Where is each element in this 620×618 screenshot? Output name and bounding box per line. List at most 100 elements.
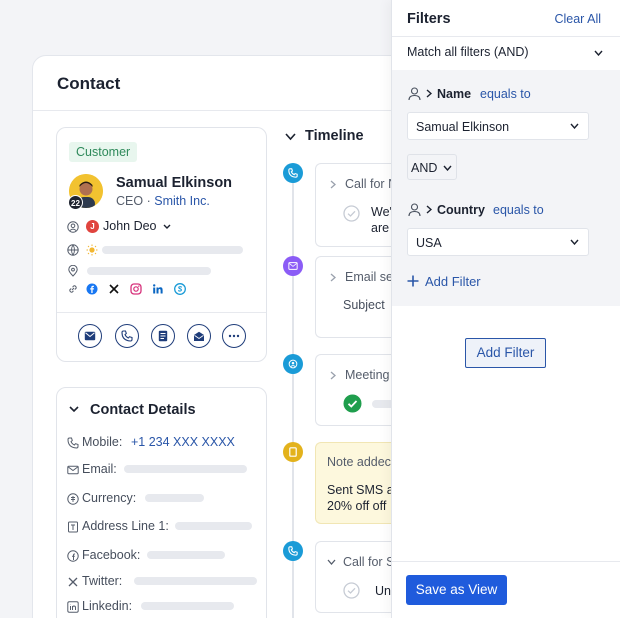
x-icon (68, 577, 78, 587)
call-button[interactable] (115, 324, 139, 348)
phone-icon (121, 330, 133, 342)
timeline-item-body: Un (375, 584, 391, 598)
filter-value: Samual Elkinson (416, 120, 510, 134)
sun-icon (86, 244, 98, 256)
divider (33, 110, 451, 111)
call-icon (283, 541, 303, 561)
page-title: Contact (57, 74, 121, 93)
filter-value-select[interactable]: Samual Elkinson (407, 112, 589, 140)
match-mode-select[interactable]: Match all filters (AND) (407, 45, 529, 59)
check-circle-icon[interactable] (343, 205, 360, 222)
filter-rules: Name equals to Samual Elkinson AND Count… (392, 70, 620, 306)
logic-select[interactable]: AND (407, 154, 457, 180)
email-button[interactable] (78, 324, 102, 348)
plus-icon[interactable] (407, 275, 419, 287)
chevron-down-icon (443, 165, 452, 171)
owner-dropdown[interactable]: John Deo (103, 219, 171, 233)
x-icon[interactable] (108, 283, 120, 295)
filter-operator[interactable]: equals to (493, 203, 544, 217)
mobile-value[interactable]: +1 234 XXX XXXX (131, 435, 235, 449)
mobile-label: Mobile: (82, 435, 123, 449)
check-circle-icon[interactable] (343, 582, 360, 599)
linkedin-icon (67, 601, 79, 613)
globe-icon (67, 244, 79, 256)
phone-icon (67, 437, 79, 449)
contact-role: CEO · Smith Inc. (116, 194, 210, 208)
divider (392, 561, 620, 562)
chevron-down-icon (570, 239, 579, 245)
user-icon (408, 87, 421, 101)
contact-details-panel: Contact Details Mobile: +1 234 XXX XXXX … (56, 387, 267, 618)
chevron-down-icon[interactable] (594, 50, 603, 56)
profile-card: Customer 22 Samual Elkinson CEO · Smith … (56, 127, 267, 362)
clear-all-link[interactable]: Clear All (554, 12, 601, 26)
notes-icon (158, 330, 168, 342)
timeline-item-header: Note addec (327, 455, 391, 469)
avatar-badge-count: 22 (68, 195, 83, 210)
chevron-right-icon (330, 371, 336, 380)
company-link[interactable]: Smith Inc. (154, 194, 210, 208)
chevron-down-icon (163, 224, 171, 229)
currency-label: Currency: (82, 491, 137, 505)
chevron-right-icon[interactable] (426, 89, 432, 98)
divider (392, 36, 620, 37)
user-circle-icon (67, 221, 79, 233)
timeline-title: Timeline (305, 128, 364, 144)
timeline-item-body: Subject (343, 298, 385, 312)
address-placeholder (175, 522, 252, 530)
filters-panel: Filters Clear All Match all filters (AND… (391, 0, 620, 618)
owner-name: John Deo (103, 219, 157, 233)
location-pin-icon (68, 265, 78, 277)
email-icon (283, 256, 303, 276)
twitter-label: Twitter: (82, 574, 123, 588)
add-filter-button[interactable]: Add Filter (465, 338, 546, 368)
notes-button[interactable] (151, 324, 175, 348)
timeline-item-body: Sent SMS a (327, 483, 394, 497)
more-button[interactable] (222, 324, 246, 348)
timezone-placeholder (102, 246, 243, 254)
call-icon (283, 163, 303, 183)
location-placeholder (87, 267, 211, 275)
chevron-right-icon (330, 273, 336, 282)
chevron-down-icon[interactable] (285, 133, 296, 141)
skype-icon[interactable] (174, 283, 186, 295)
chevron-right-icon[interactable] (426, 205, 432, 214)
facebook-icon (67, 550, 79, 562)
filter-value-select[interactable]: USA (407, 228, 589, 256)
address-icon (68, 521, 78, 533)
divider (57, 312, 266, 313)
role-separator: · (146, 194, 151, 208)
role-title: CEO (116, 194, 144, 208)
email-icon (67, 465, 79, 475)
facebook-placeholder (147, 551, 225, 559)
chevron-right-icon (330, 180, 336, 189)
contact-name: Samual Elkinson (116, 175, 233, 191)
add-filter-link[interactable]: Add Filter (425, 274, 481, 289)
timeline-item-header: Call for N (345, 177, 398, 191)
filter-operator[interactable]: equals to (480, 87, 531, 101)
more-icon (228, 334, 240, 338)
email-placeholder (124, 465, 247, 473)
check-circle-icon[interactable] (343, 394, 362, 413)
meeting-icon (283, 354, 303, 374)
facebook-icon[interactable] (86, 283, 98, 295)
section-title: Contact Details (90, 402, 196, 418)
save-as-view-button[interactable]: Save as View (406, 575, 507, 605)
chevron-down-icon (570, 123, 579, 129)
note-icon (283, 442, 303, 462)
filter-value: USA (416, 236, 442, 250)
chevron-down-icon[interactable] (69, 406, 79, 413)
link-icon (69, 285, 77, 293)
currency-placeholder (145, 494, 204, 502)
currency-icon (67, 493, 79, 505)
filter-field: Country (437, 203, 485, 217)
user-icon (408, 203, 421, 217)
instagram-icon[interactable] (130, 283, 142, 295)
mail-button[interactable] (187, 324, 211, 348)
linkedin-icon[interactable] (152, 283, 164, 295)
mail-icon (194, 331, 204, 341)
linkedin-placeholder (141, 602, 234, 610)
linkedin-label: Linkedin: (82, 599, 133, 613)
email-icon (84, 331, 96, 341)
facebook-label: Facebook: (82, 548, 141, 562)
